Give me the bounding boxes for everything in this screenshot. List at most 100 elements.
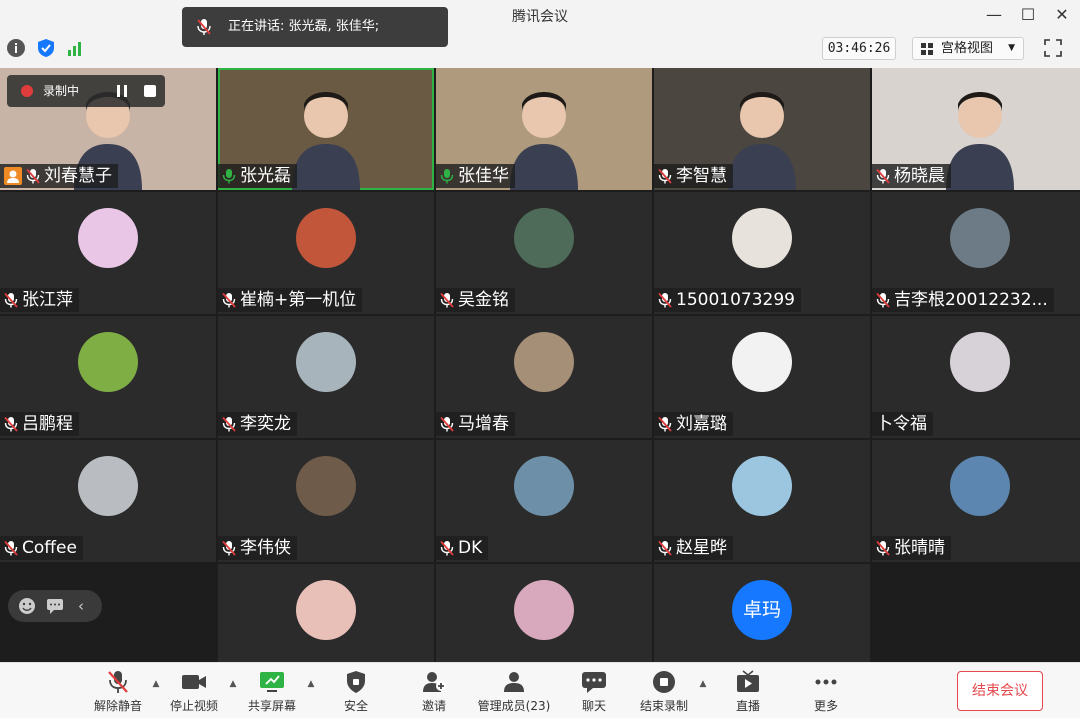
avatar: [514, 208, 574, 268]
chevron-left-icon[interactable]: ‹: [78, 597, 96, 615]
participant-tile[interactable]: 张江萍: [0, 192, 216, 314]
video-grid: 卓玛 张晴晴 赵星晔 DK 李伟侠 Coffee 卜令福 刘嘉璐 马增春 李奕龙 吕鹏程 吉李根200…: [0, 68, 1080, 686]
mic-muted-icon: [4, 540, 18, 556]
participant-tile[interactable]: 吴金铭: [436, 192, 652, 314]
avatar: [296, 456, 356, 516]
participant-name: 张晴晴: [894, 538, 945, 558]
participant-tile[interactable]: 崔楠+第一机位: [218, 192, 434, 314]
mic-muted-icon: [658, 292, 672, 308]
pause-icon[interactable]: [115, 84, 129, 98]
participant-tile[interactable]: 马增春: [436, 316, 652, 438]
participant-nameplate: 吕鹏程: [0, 412, 79, 436]
mic-muted-icon: [658, 540, 672, 556]
members-icon: [504, 672, 524, 692]
live-stream-button[interactable]: 直播: [718, 667, 778, 717]
participant-name: 吉李根20012232...: [894, 290, 1048, 310]
bottom-toolbar: 解除静音 ▲ 停止视频 ▲ 共享屏幕 ▲ 安全 邀请 管理成员(23) 聊天 结…: [0, 662, 1080, 718]
chevron-up-icon[interactable]: ▲: [227, 679, 239, 689]
participant-name: 吴金铭: [458, 290, 509, 310]
unmute-label: 解除静音: [93, 699, 142, 713]
emoji-icon[interactable]: [18, 597, 36, 615]
participant-tile[interactable]: DK: [436, 440, 652, 562]
chevron-up-icon[interactable]: ▲: [150, 679, 162, 689]
view-mode-dropdown[interactable]: 宫格视图 ▼: [912, 37, 1024, 60]
chat-button[interactable]: 聊天: [564, 667, 624, 717]
shield-icon[interactable]: [36, 38, 56, 58]
participant-name: 崔楠+第一机位: [240, 290, 357, 310]
participant-nameplate: 吴金铭: [436, 288, 515, 312]
security-button[interactable]: 安全: [326, 667, 386, 717]
participant-name: 杨晓晨: [894, 166, 945, 186]
participant-name: 张江萍: [22, 290, 73, 310]
participant-tile[interactable]: 李奕龙: [218, 316, 434, 438]
manage-members-button[interactable]: 管理成员(23): [472, 667, 556, 717]
participant-nameplate: 卜令福: [872, 412, 933, 436]
avatar: 卓玛: [732, 580, 792, 640]
mic-muted-icon: [876, 168, 890, 184]
share-screen-icon: [260, 672, 284, 692]
more-button[interactable]: 更多: [796, 667, 856, 717]
participant-tile[interactable]: 杨晓晨: [872, 68, 1080, 190]
chat-bubble-icon[interactable]: [46, 597, 64, 615]
info-icon[interactable]: [6, 38, 26, 58]
minimize-button[interactable]: —: [980, 4, 1008, 26]
mic-muted-icon: [26, 168, 40, 184]
title-bar: 腾讯会议 — ☐ ✕: [0, 0, 1080, 32]
participant-tile[interactable]: 吉李根20012232...: [872, 192, 1080, 314]
speaking-names: 张光磊, 张佳华;: [288, 19, 380, 34]
participant-tile[interactable]: 吕鹏程: [0, 316, 216, 438]
participant-nameplate: 张佳华: [436, 164, 515, 188]
participant-tile[interactable]: 张佳华: [436, 68, 652, 190]
shield-icon: [347, 671, 365, 693]
speaking-indicator: 正在讲话: 张光磊, 张佳华;: [182, 7, 448, 47]
participant-name: 刘嘉璐: [676, 414, 727, 434]
avatar: [78, 456, 138, 516]
stop-icon[interactable]: [143, 84, 157, 98]
participant-tile[interactable]: Coffee: [0, 440, 216, 562]
avatar: [732, 332, 792, 392]
recording-label: 录制中: [43, 84, 80, 98]
share-screen-button[interactable]: 共享屏幕: [242, 667, 302, 717]
avatar: [296, 208, 356, 268]
participant-nameplate: 刘嘉璐: [654, 412, 733, 436]
mic-muted-icon: [440, 416, 454, 432]
fullscreen-icon[interactable]: [1042, 37, 1064, 59]
close-button[interactable]: ✕: [1048, 4, 1076, 26]
stop-video-button[interactable]: 停止视频: [164, 667, 224, 717]
invite-button[interactable]: 邀请: [404, 667, 464, 717]
video-feed: [292, 82, 360, 190]
participant-tile[interactable]: 刘嘉璐: [654, 316, 870, 438]
signal-icon[interactable]: [66, 38, 86, 58]
chevron-up-icon[interactable]: ▲: [697, 679, 709, 689]
participant-name: DK: [458, 538, 483, 558]
avatar: [514, 332, 574, 392]
mic-muted-icon: [222, 540, 236, 556]
record-dot-icon: [21, 85, 33, 97]
end-meeting-button[interactable]: 结束会议: [957, 671, 1043, 711]
video-feed: [728, 82, 796, 190]
unmute-button[interactable]: 解除静音: [88, 667, 148, 717]
participant-name: 李智慧: [676, 166, 727, 186]
participant-tile[interactable]: 卜令福: [872, 316, 1080, 438]
chat-label: 聊天: [581, 699, 606, 713]
participant-tile[interactable]: 赵星晔: [654, 440, 870, 562]
participant-tile[interactable]: 15001073299: [654, 192, 870, 314]
mic-muted-icon: [222, 416, 236, 432]
avatar: [732, 456, 792, 516]
host-icon: [4, 167, 22, 185]
participant-tile[interactable]: 张光磊: [218, 68, 434, 190]
participant-nameplate: 15001073299: [654, 288, 801, 312]
maximize-button[interactable]: ☐: [1014, 4, 1042, 26]
live-stream-label: 直播: [735, 699, 760, 713]
participant-tile[interactable]: 张晴晴: [872, 440, 1080, 562]
participant-name: 张光磊: [240, 166, 291, 186]
video-feed: [946, 82, 1014, 190]
chevron-up-icon[interactable]: ▲: [305, 679, 317, 689]
mic-muted-icon: [4, 292, 18, 308]
avatar: [950, 208, 1010, 268]
participant-tile[interactable]: 李智慧: [654, 68, 870, 190]
recording-indicator: 录制中: [7, 75, 165, 107]
participant-tile[interactable]: 李伟侠: [218, 440, 434, 562]
participant-nameplate: 杨晓晨: [872, 164, 951, 188]
end-recording-button[interactable]: 结束录制: [634, 667, 694, 717]
